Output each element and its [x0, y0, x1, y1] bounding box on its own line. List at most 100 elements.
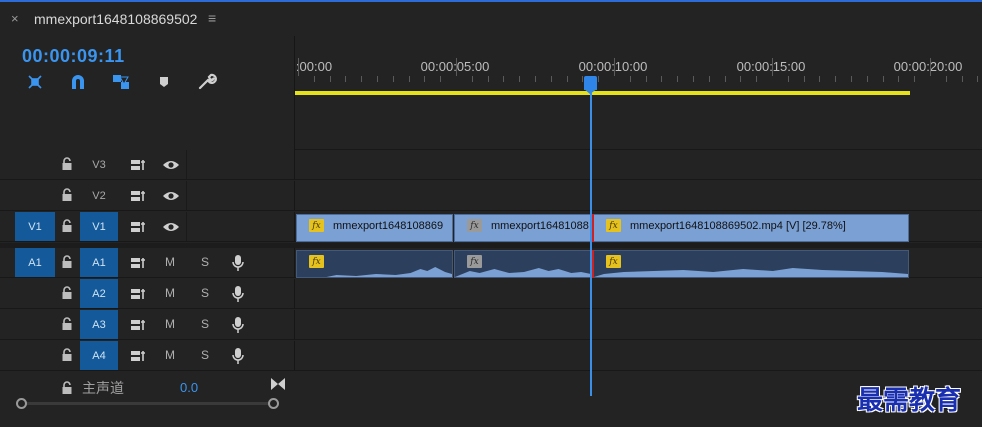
zoom-left-knob[interactable] [16, 398, 27, 409]
microphone-icon[interactable] [232, 316, 244, 339]
ruler-tick [313, 76, 315, 82]
track-header-a2: A2 M S [0, 279, 295, 309]
timeline-panel: × mmexport1648108869502 ≡ 00:00:09:11 :0… [0, 0, 982, 427]
track-header-a3: A3 M S [0, 310, 295, 340]
audio-clip[interactable]: fx [296, 250, 453, 278]
track-target-a3[interactable]: A3 [80, 310, 118, 339]
ruler-tick [392, 76, 394, 82]
microphone-icon[interactable] [232, 254, 244, 277]
track-lane-a2[interactable] [295, 279, 982, 309]
clip-name: mmexport16481088 [491, 220, 589, 232]
snap-magnet-icon[interactable] [65, 70, 91, 94]
track-target-a2[interactable]: A2 [80, 279, 118, 308]
panel-menu-icon[interactable]: ≡ [208, 10, 216, 26]
ruler-tick [550, 76, 552, 82]
track-lane-a4[interactable] [295, 341, 982, 371]
microphone-icon[interactable] [232, 347, 244, 370]
microphone-icon[interactable] [232, 285, 244, 308]
lock-icon[interactable] [61, 188, 73, 207]
settings-wrench-icon[interactable] [194, 70, 220, 94]
track-target-a1[interactable]: A1 [80, 248, 118, 277]
edit-point-marker [592, 214, 594, 242]
sequence-tab[interactable]: mmexport1648108869502 [34, 11, 197, 27]
ruler-tick [740, 76, 742, 82]
sync-lock-icon[interactable] [130, 220, 146, 238]
ruler-label: 00:00:15:00 [736, 59, 806, 74]
zoom-track [22, 402, 272, 405]
ruler-tick [329, 76, 331, 82]
track-target-v3[interactable]: V3 [80, 150, 118, 179]
track-target-v1[interactable]: V1 [80, 212, 118, 241]
time-ruler[interactable]: :00:00 00:00:05:00 00:00:10:00 00:00:15:… [295, 36, 982, 94]
eye-icon[interactable] [162, 220, 180, 238]
source-patch-a1[interactable]: A1 [15, 248, 55, 277]
ruler-tick [803, 76, 805, 82]
track-lane-v2[interactable] [295, 181, 982, 211]
audio-clip[interactable]: fx [454, 250, 592, 278]
ruler-tick [519, 76, 521, 82]
playhead-timecode[interactable]: 00:00:09:11 [22, 46, 125, 67]
sync-lock-icon[interactable] [130, 158, 146, 176]
watermark-logo: 最需教育 [857, 386, 962, 416]
video-clip[interactable]: fx mmexport16481088 [454, 214, 592, 242]
fx-badge[interactable]: fx [606, 219, 621, 232]
bowtie-icon[interactable] [270, 377, 286, 396]
ruler-tick [882, 76, 884, 82]
solo-button[interactable]: S [201, 255, 209, 269]
playhead-tip [584, 89, 597, 94]
ruler-tick [614, 58, 615, 76]
lock-icon[interactable] [61, 157, 73, 176]
track-header-v2: V2 [0, 181, 295, 211]
ruler-tick [677, 76, 679, 82]
lock-icon[interactable] [61, 219, 73, 238]
lock-icon[interactable] [61, 255, 73, 274]
solo-button[interactable]: S [201, 317, 209, 331]
track-target-a4[interactable]: A4 [80, 341, 118, 370]
eye-icon[interactable] [162, 189, 180, 207]
video-clip[interactable]: fx mmexport1648108869502.mp4 [V] [29.78%… [593, 214, 909, 242]
track-lane-a3[interactable] [295, 310, 982, 340]
close-tab-button[interactable]: × [11, 11, 19, 26]
nest-toggle-icon[interactable] [22, 70, 48, 94]
ruler-tick [724, 76, 726, 82]
track-target-v2[interactable]: V2 [80, 181, 118, 210]
sync-lock-icon[interactable] [130, 318, 146, 336]
sync-lock-icon[interactable] [130, 256, 146, 274]
video-clip[interactable]: fx mmexport1648108869 [296, 214, 453, 242]
audio-clip[interactable]: fx [593, 250, 909, 278]
eye-icon[interactable] [162, 158, 180, 176]
ruler-tick [977, 76, 979, 82]
fx-badge[interactable]: fx [467, 219, 482, 232]
lock-icon[interactable] [61, 317, 73, 336]
track-height-zoom[interactable] [16, 398, 279, 409]
playhead-handle[interactable] [584, 76, 597, 90]
solo-button[interactable]: S [201, 286, 209, 300]
track-lane-v3[interactable] [295, 150, 982, 180]
lock-icon[interactable] [61, 348, 73, 367]
ruler-tick [298, 58, 299, 76]
linked-selection-icon[interactable] [108, 70, 134, 94]
add-marker-icon[interactable] [151, 70, 177, 94]
sync-lock-icon[interactable] [130, 287, 146, 305]
master-volume-value[interactable]: 0.0 [180, 380, 198, 395]
ruler-tick [866, 76, 868, 82]
playhead-line[interactable] [590, 76, 592, 396]
mute-button[interactable]: M [165, 348, 175, 362]
fx-badge[interactable]: fx [309, 219, 324, 232]
source-patch-v1[interactable]: V1 [15, 212, 55, 241]
sync-lock-icon[interactable] [130, 189, 146, 207]
solo-button[interactable]: S [201, 348, 209, 362]
ruler-tick [503, 76, 505, 82]
ruler-tick [408, 76, 410, 82]
ruler-tick [661, 76, 663, 82]
ruler-tick [930, 58, 931, 76]
mute-button[interactable]: M [165, 286, 175, 300]
ruler-label: :00:00 [295, 59, 333, 74]
ruler-tick [424, 76, 426, 82]
mute-button[interactable]: M [165, 317, 175, 331]
zoom-right-knob[interactable] [268, 398, 279, 409]
lock-icon[interactable] [61, 286, 73, 305]
mute-button[interactable]: M [165, 255, 175, 269]
ruler-tick [471, 76, 473, 82]
sync-lock-icon[interactable] [130, 349, 146, 367]
